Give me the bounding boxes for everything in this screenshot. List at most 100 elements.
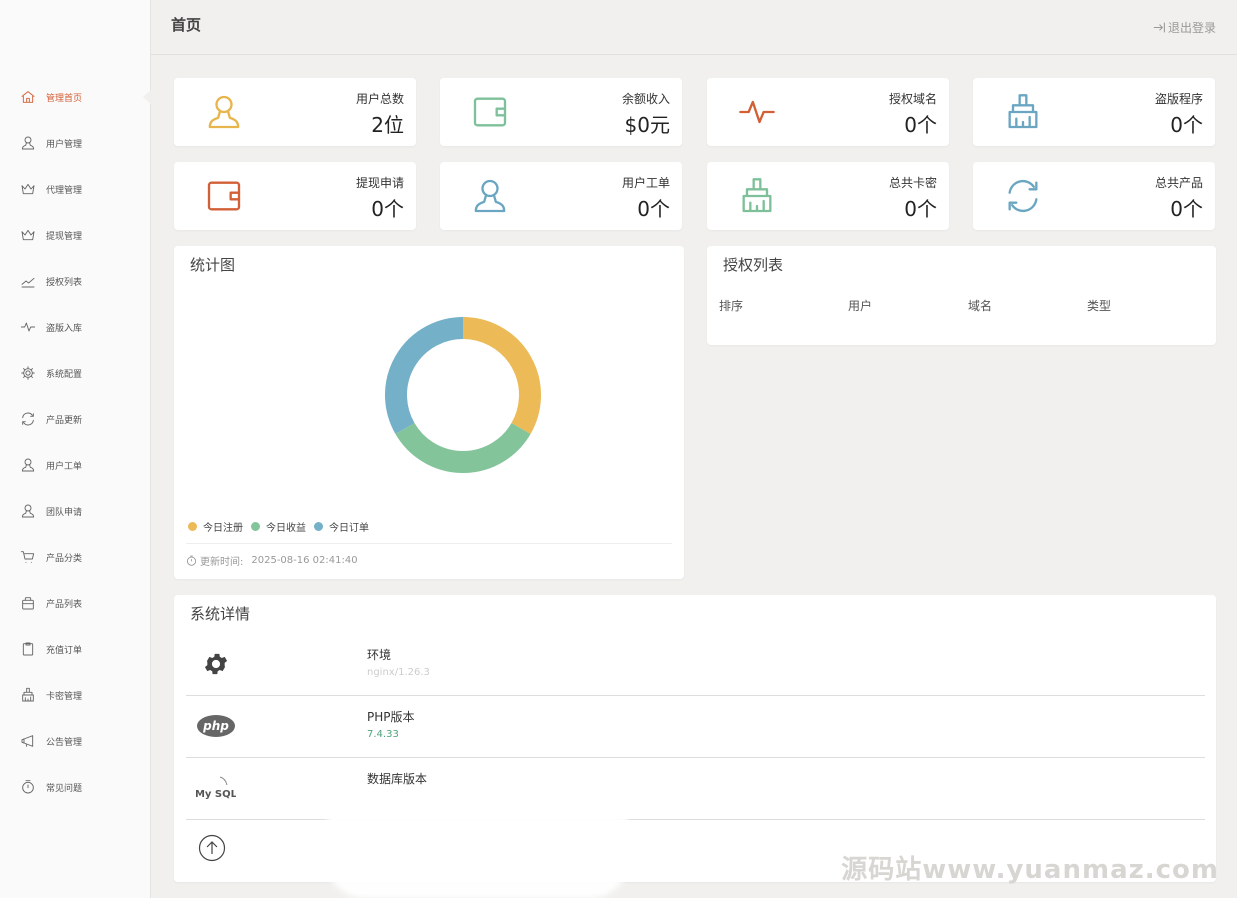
system-name: 环境 <box>367 648 392 662</box>
sidebar-item[interactable]: 团队申请 <box>0 488 151 534</box>
legend-dot <box>251 522 260 531</box>
sidebar-item[interactable]: 用户管理 <box>0 120 151 166</box>
sidebar-item[interactable]: 充值订单 <box>0 626 151 672</box>
logout-label: 退出登录 <box>1167 21 1216 35</box>
scroll-top-button[interactable] <box>198 834 226 862</box>
sidebar-item-label: 代理管理 <box>46 185 83 196</box>
pulse-icon <box>20 319 36 335</box>
stat-card[interactable]: 授权域名 0个 <box>707 78 949 146</box>
crown-icon <box>20 227 36 243</box>
legend-item[interactable]: 今日订单 <box>314 519 369 534</box>
sidebar-item[interactable]: 授权列表 <box>0 258 151 304</box>
mysql-logo-icon: My SQL <box>196 768 236 808</box>
stat-card[interactable]: 总共产品 0个 <box>973 162 1215 230</box>
refresh-icon <box>1003 176 1043 216</box>
php-logo-icon: php <box>196 706 236 746</box>
user-icon <box>20 457 36 473</box>
chart-panel: 统计图 今日注册 今日收益 今日订单 更新时间: 2025-08-16 02:41:… <box>174 246 684 579</box>
sidebar-item[interactable]: 产品分类 <box>0 534 151 580</box>
sidebar-item[interactable]: 公告管理 <box>0 718 151 764</box>
auth-list-title: 授权列表 <box>723 256 784 274</box>
system-value: nginx/1.26.3 <box>367 667 430 678</box>
sidebar-item[interactable]: 提现管理 <box>0 212 151 258</box>
sidebar-item-label: 公告管理 <box>46 737 83 748</box>
stat-title: 用户工单 <box>621 176 670 190</box>
stat-card[interactable]: 盗版程序 0个 <box>973 78 1215 146</box>
sidebar-item-label: 授权列表 <box>46 277 83 288</box>
sidebar-item[interactable]: 系统配置 <box>0 350 151 396</box>
legend-item[interactable]: 今日收益 <box>251 519 306 534</box>
legend-label: 今日注册 <box>203 523 243 534</box>
stat-value: 0个 <box>904 197 937 221</box>
column-header: 用户 <box>848 299 873 313</box>
stat-card[interactable]: 用户工单 0个 <box>440 162 682 230</box>
bag-icon <box>20 595 36 611</box>
logout-button[interactable]: 退出登录 <box>1153 19 1216 36</box>
legend-label: 今日收益 <box>266 523 306 534</box>
sidebar-item[interactable]: 管理首页 <box>0 74 152 120</box>
sidebar-item[interactable]: 用户工单 <box>0 442 151 488</box>
sidebar-item-label: 用户管理 <box>46 139 83 150</box>
stat-value: 0个 <box>1170 197 1203 221</box>
sidebar-item-label: 管理首页 <box>46 93 83 104</box>
stat-value: $0元 <box>624 113 670 137</box>
stat-title: 总共产品 <box>1154 176 1203 190</box>
brush-icon <box>737 176 777 216</box>
sidebar-item-label: 充值订单 <box>46 645 83 656</box>
donut-slice[interactable] <box>385 317 464 434</box>
brush-icon <box>20 687 36 703</box>
updated-time: 更新时间: 2025-08-16 02:41:40 <box>186 553 358 568</box>
stat-card[interactable]: 总共卡密 0个 <box>707 162 949 230</box>
sidebar-nav: 管理首页用户管理代理管理提现管理授权列表盗版入库系统配置产品更新 用户工单团队申请… <box>0 74 152 810</box>
system-title: 系统详情 <box>190 605 251 623</box>
auth-list-panel: 授权列表 排序 用户 域名 类型 <box>707 246 1216 345</box>
wallet-icon <box>204 176 244 216</box>
php-logo-text: php <box>202 719 229 733</box>
clipboard-icon <box>20 641 36 657</box>
stat-value: 0个 <box>371 197 404 221</box>
stat-title: 余额收入 <box>621 92 670 106</box>
stat-title: 提现申请 <box>355 176 404 190</box>
chart-divider <box>186 543 672 544</box>
stat-card[interactable]: 余额收入 $0元 <box>440 78 682 146</box>
stat-title: 总共卡密 <box>888 176 937 190</box>
chart-legend: 今日注册 今日收益 今日订单 <box>188 519 377 534</box>
sidebar-item[interactable]: 产品列表 <box>0 580 151 626</box>
sidebar-item[interactable]: 常见问题 <box>0 764 151 810</box>
donut-slice[interactable] <box>462 317 541 434</box>
sidebar-item[interactable]: 卡密管理 <box>0 672 151 718</box>
system-row-php: php PHP版本 7.4.33 <box>186 696 1205 758</box>
gear-icon <box>20 365 36 381</box>
column-header: 排序 <box>719 299 744 313</box>
user-icon <box>470 176 510 216</box>
sidebar-item-label: 产品列表 <box>46 599 83 610</box>
stat-value: 2位 <box>371 113 404 137</box>
sidebar-item-label: 系统配置 <box>46 369 83 380</box>
sidebar-item[interactable]: 代理管理 <box>0 166 151 212</box>
sidebar-item-label: 常见问题 <box>46 783 83 794</box>
trend-icon <box>20 273 36 289</box>
sidebar-item-label: 团队申请 <box>46 507 83 518</box>
user-icon <box>20 503 36 519</box>
legend-dot <box>188 522 197 531</box>
sidebar-item[interactable]: 盗版入库 <box>0 304 151 350</box>
stat-title: 授权域名 <box>888 92 937 106</box>
sidebar-item-label: 提现管理 <box>46 231 83 242</box>
home-icon <box>20 89 36 105</box>
blurred-overlay <box>325 793 630 898</box>
stat-card[interactable]: 提现申请 0个 <box>174 162 416 230</box>
user-icon <box>20 135 36 151</box>
stat-value: 0个 <box>637 197 670 221</box>
donut-slice[interactable] <box>395 422 531 473</box>
watermark: 源码站www.yuanmaz.com <box>841 855 1219 885</box>
top-header: 首页 退出登录 <box>151 0 1237 55</box>
gear-icon <box>196 644 236 684</box>
sidebar-item[interactable]: 产品更新 <box>0 396 151 442</box>
legend-item[interactable]: 今日注册 <box>188 519 243 534</box>
system-name: PHP版本 <box>367 710 415 724</box>
updated-label: 更新时间: <box>200 557 244 568</box>
megaphone-icon <box>20 733 36 749</box>
legend-label: 今日订单 <box>329 523 369 534</box>
updated-value: 2025-08-16 02:41:40 <box>251 555 358 566</box>
stat-card[interactable]: 用户总数 2位 <box>174 78 416 146</box>
